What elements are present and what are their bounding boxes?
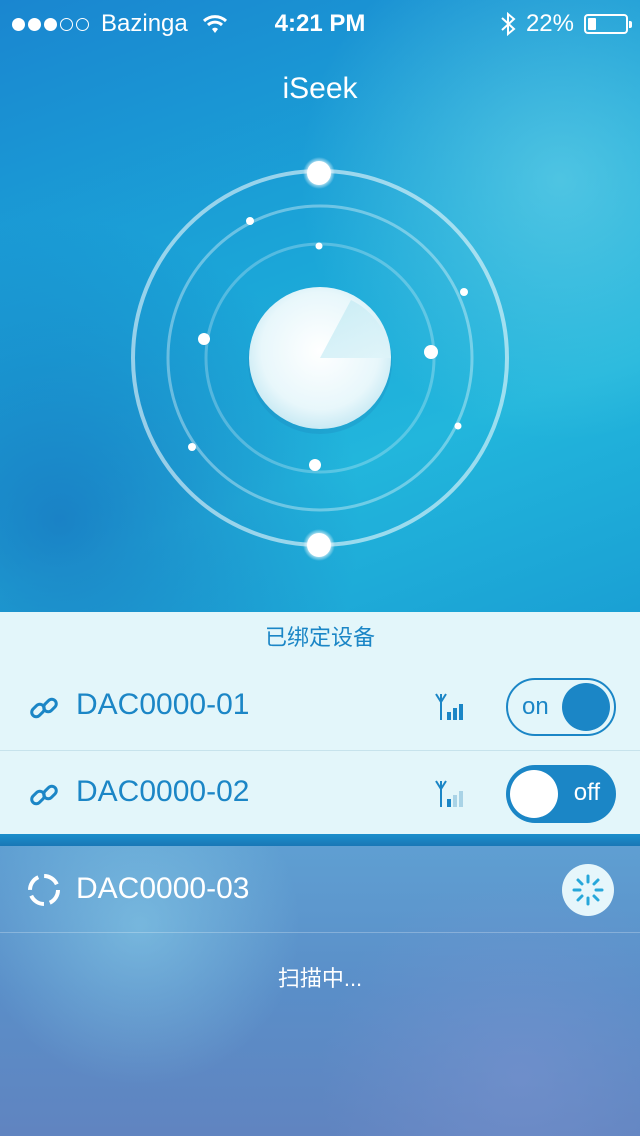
bound-devices-title: 已绑定设备 bbox=[264, 625, 375, 650]
device-toggle[interactable]: off bbox=[506, 765, 616, 823]
bound-devices-section: 已绑定设备 DAC0000-01 on DAC0000-02 off bbox=[0, 612, 640, 834]
toggle-label: off bbox=[573, 779, 600, 806]
radar-hero: Bazinga 4:21 PM 22% iSeek bbox=[0, 0, 640, 612]
toggle-label: on bbox=[522, 693, 549, 720]
toggle-knob bbox=[510, 770, 558, 818]
device-name: DAC0000-02 bbox=[76, 775, 250, 808]
toggle-knob bbox=[562, 683, 610, 731]
spinner-icon bbox=[572, 874, 604, 906]
device-name: DAC0000-01 bbox=[76, 688, 250, 721]
section-divider bbox=[0, 834, 640, 846]
signal-strength-icon bbox=[435, 693, 463, 720]
link-icon bbox=[30, 697, 58, 719]
device-toggle[interactable]: on bbox=[506, 678, 616, 736]
scanned-device-row[interactable]: DAC0000-03 bbox=[0, 846, 640, 933]
connect-spinner-button[interactable] bbox=[562, 864, 614, 916]
signal-strength-icon bbox=[435, 780, 463, 807]
link-icon bbox=[30, 784, 58, 806]
loading-ring-icon bbox=[28, 874, 60, 906]
scanned-device-name: DAC0000-03 bbox=[76, 872, 250, 905]
scanning-section: DAC0000-03 扫描中... bbox=[0, 846, 640, 1136]
device-row[interactable]: DAC0000-02 off bbox=[0, 751, 640, 837]
radar-icon bbox=[131, 157, 509, 561]
scanning-status: 扫描中... bbox=[277, 966, 363, 991]
device-row[interactable]: DAC0000-01 on bbox=[0, 664, 640, 751]
iseek-screen: Bazinga 4:21 PM 22% iSeek 已绑定设备 DAC0000-… bbox=[0, 0, 640, 1136]
